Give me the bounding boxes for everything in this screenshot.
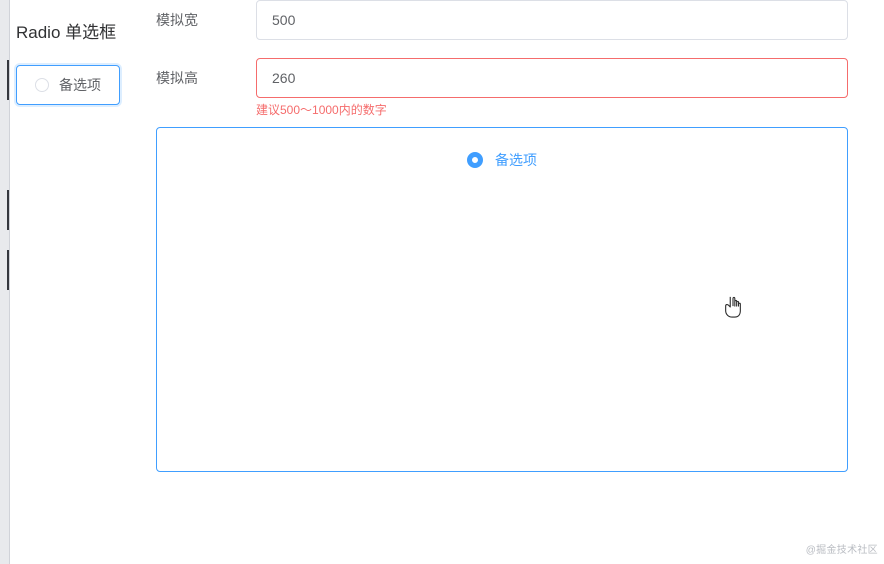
- height-input[interactable]: [256, 58, 848, 98]
- watermark: @掘金技术社区: [806, 541, 878, 556]
- radio-option-label: 备选项: [59, 75, 101, 95]
- width-label: 模拟宽: [156, 0, 256, 30]
- preview-panel: 备选项: [156, 127, 848, 472]
- preview-radio-label: 备选项: [495, 150, 537, 170]
- radio-dot-icon: [467, 152, 483, 168]
- preview-radio-option[interactable]: 备选项: [467, 150, 537, 170]
- sidebar: Radio 单选框 备选项: [16, 0, 156, 472]
- width-input[interactable]: [256, 0, 848, 40]
- form-row-height: 模拟高 建议500～1000内的数字: [156, 58, 848, 119]
- radio-circle-icon: [35, 78, 49, 92]
- form-row-width: 模拟宽: [156, 0, 848, 40]
- radio-option-bordered[interactable]: 备选项: [16, 65, 120, 105]
- left-nav-strip: [0, 0, 10, 564]
- sidebar-title: Radio 单选框: [16, 18, 156, 43]
- pointer-cursor-icon: [722, 294, 744, 320]
- height-error-message: 建议500～1000内的数字: [256, 102, 848, 119]
- height-label: 模拟高: [156, 58, 256, 88]
- main-content: 模拟宽 模拟高 建议500～1000内的数字 备选项: [156, 0, 884, 472]
